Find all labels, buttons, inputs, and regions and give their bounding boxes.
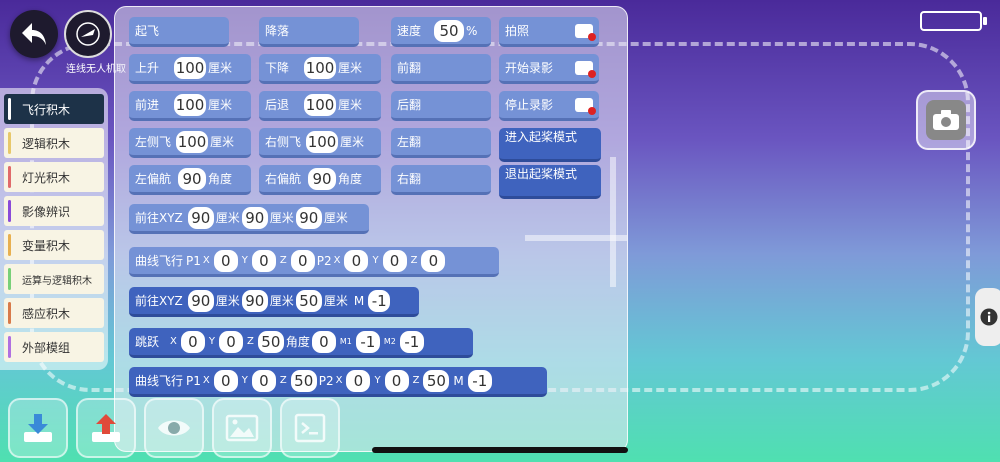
- back-button[interactable]: [10, 10, 58, 58]
- photo-block[interactable]: 拍照: [499, 17, 599, 47]
- record-icon: [575, 60, 596, 78]
- goto-xyz-block[interactable]: 前往XYZ 90 厘米 90 厘米 90 厘米: [129, 204, 369, 234]
- forward-block[interactable]: 前进 100 厘米: [129, 91, 251, 121]
- preview-button[interactable]: [144, 398, 204, 458]
- jump-block[interactable]: 跳跃 X 0 Y 0 Z 50 角度 0 M1 -1 M2 -1: [129, 328, 473, 358]
- category-sensor[interactable]: 感应积木: [4, 298, 104, 328]
- category-external[interactable]: 外部模组: [4, 332, 104, 362]
- export-button[interactable]: [76, 398, 136, 458]
- snapshot-icon: [575, 23, 596, 41]
- left-block[interactable]: 左侧飞 100 厘米: [129, 128, 251, 158]
- image-icon: [225, 414, 259, 442]
- land-block[interactable]: 降落: [259, 17, 359, 47]
- category-flight[interactable]: 飞行积木: [4, 94, 104, 124]
- connect-drone-button[interactable]: [64, 10, 112, 58]
- start-record-block[interactable]: 开始录影: [499, 54, 599, 84]
- category-logic[interactable]: 逻辑积木: [4, 128, 104, 158]
- info-button[interactable]: [975, 288, 1000, 346]
- enter-paddle-mode-block[interactable]: 进入起桨模式: [499, 128, 601, 162]
- flip-right-block[interactable]: 右翻: [391, 165, 491, 195]
- eye-icon: [158, 420, 190, 436]
- flip-front-block[interactable]: 前翻: [391, 54, 491, 84]
- flip-left-block[interactable]: 左翻: [391, 128, 491, 158]
- drone-icon: [76, 22, 100, 46]
- camera-icon: [933, 110, 959, 130]
- image-button[interactable]: [212, 398, 272, 458]
- block-category-sidebar: 飞行积木 逻辑积木 灯光积木 影像辨识 变量积木 运算与逻辑积木 感应积木 外部…: [0, 88, 108, 370]
- category-light[interactable]: 灯光积木: [4, 162, 104, 192]
- back-arrow-icon: [22, 23, 46, 45]
- grid-line: [610, 157, 616, 287]
- curve-flight-block[interactable]: 曲线飞行 P1 X 0 Y 0 Z 0 P2 X 0 Y 0 Z 0: [129, 247, 499, 277]
- info-icon: [980, 308, 998, 326]
- stop-record-block[interactable]: 停止录影: [499, 91, 599, 121]
- grid-line: [525, 235, 627, 241]
- home-indicator: [372, 447, 628, 453]
- up-block[interactable]: 上升 100 厘米: [129, 54, 251, 84]
- stop-record-icon: [575, 97, 596, 115]
- yaw-right-block[interactable]: 右偏航 90 角度: [259, 165, 381, 195]
- backward-block[interactable]: 后退 100 厘米: [259, 91, 381, 121]
- flip-back-block[interactable]: 后翻: [391, 91, 491, 121]
- category-variable[interactable]: 变量积木: [4, 230, 104, 260]
- terminal-icon: [294, 413, 326, 443]
- console-button[interactable]: [280, 398, 340, 458]
- download-icon: [24, 414, 52, 442]
- takeoff-block[interactable]: 起飞: [129, 17, 229, 47]
- goto-xyz-m-block[interactable]: 前往XYZ 90 厘米 90 厘米 50 厘米 M -1: [129, 287, 419, 317]
- battery-icon: [920, 11, 987, 31]
- block-palette: 起飞 降落 速度 50% 拍照 上升 100 厘米 下降 100 厘米 前翻 开始录影 前…: [114, 6, 628, 452]
- category-operator[interactable]: 运算与逻辑积木: [4, 264, 104, 294]
- right-block[interactable]: 右侧飞 100 厘米: [259, 128, 381, 158]
- exit-paddle-mode-block[interactable]: 退出起桨模式: [499, 165, 601, 199]
- camera-button[interactable]: [916, 90, 976, 150]
- category-vision[interactable]: 影像辨识: [4, 196, 104, 226]
- import-button[interactable]: [8, 398, 68, 458]
- down-block[interactable]: 下降 100 厘米: [259, 54, 381, 84]
- upload-icon: [92, 414, 120, 442]
- yaw-left-block[interactable]: 左偏航 90 角度: [129, 165, 251, 195]
- curve-flight-m-block[interactable]: 曲线飞行 P1 X 0 Y 0 Z 50 P2 X 0 Y 0 Z 50 M -1: [129, 367, 547, 397]
- speed-block[interactable]: 速度 50%: [391, 17, 491, 47]
